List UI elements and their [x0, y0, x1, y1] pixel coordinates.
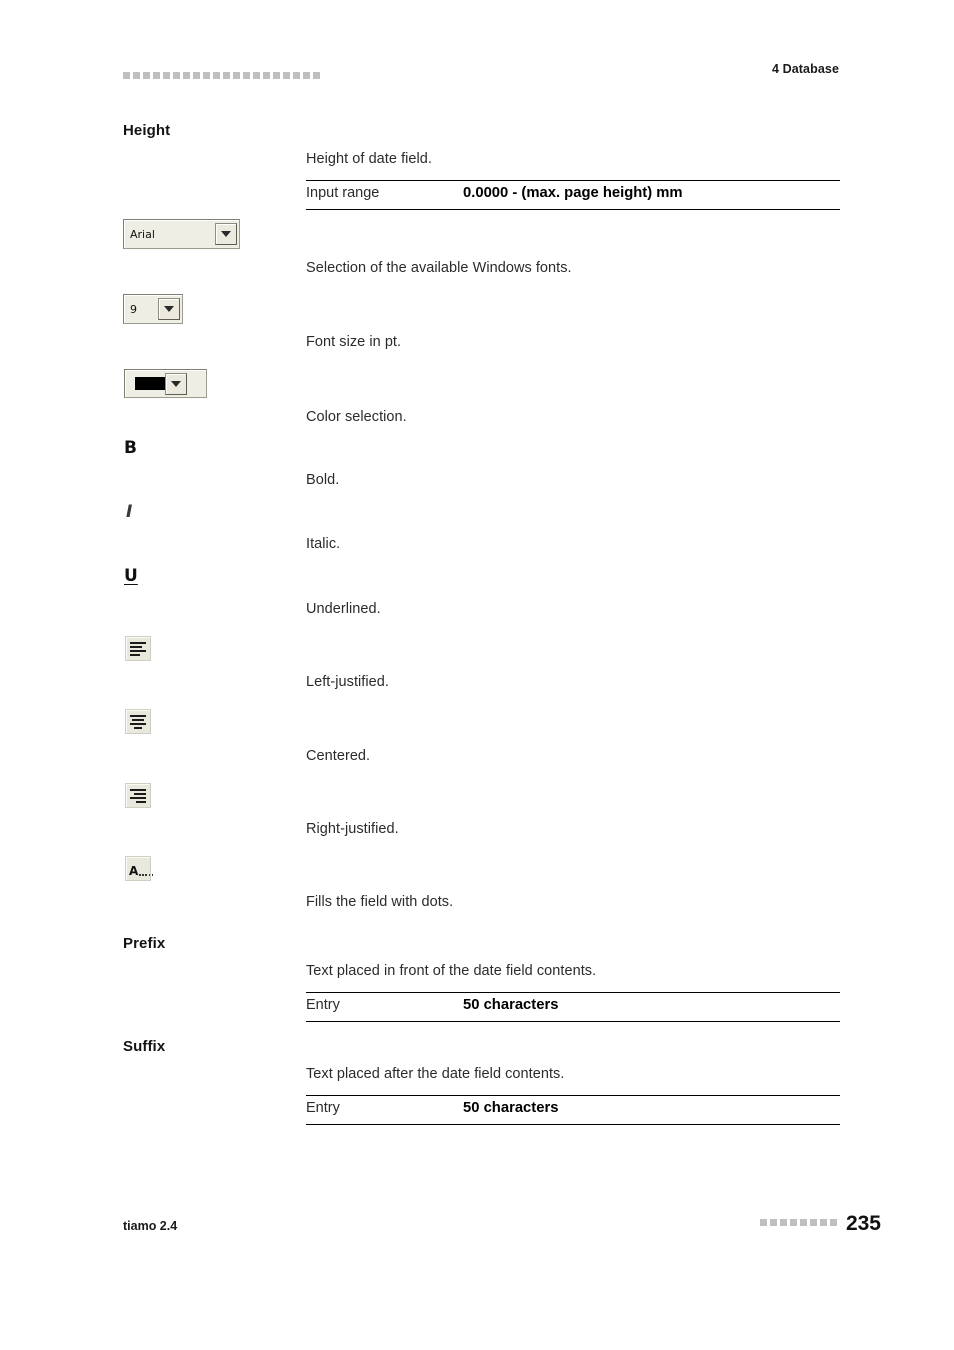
page-number: 235	[845, 1212, 881, 1235]
term-suffix: Suffix	[123, 1038, 166, 1055]
decor-square	[283, 72, 290, 79]
description-prefix: Text placed in front of the date field c…	[306, 963, 597, 979]
dot-leader-icon	[139, 874, 154, 877]
font-size-dropdown[interactable]: 9	[123, 294, 183, 324]
align-line	[130, 649, 146, 652]
align-line	[130, 653, 140, 656]
decor-square	[799, 1219, 807, 1226]
header-decor-squares	[123, 72, 320, 79]
product-version: tiamo 2.4	[123, 1219, 178, 1233]
align-left-icon[interactable]	[125, 636, 151, 661]
align-right-icon[interactable]	[125, 783, 151, 808]
align-line	[130, 645, 142, 648]
decor-square	[193, 72, 200, 79]
spec-label-prefix-entry: Entry	[306, 997, 340, 1013]
decor-square	[809, 1219, 817, 1226]
decor-square	[203, 72, 210, 79]
spec-value-suffix-entry: 50 characters	[463, 1100, 559, 1116]
spec-label-input-range: Input range	[306, 185, 380, 201]
align-line	[130, 722, 146, 725]
decor-square	[143, 72, 150, 79]
decor-square	[233, 72, 240, 79]
align-center-icon[interactable]	[125, 709, 151, 734]
footer-page-group: 235	[759, 1212, 881, 1235]
decor-square	[313, 72, 320, 79]
decor-square	[789, 1219, 797, 1226]
align-line	[132, 718, 144, 721]
align-line	[135, 800, 146, 803]
letter-a-glyph: A	[129, 864, 139, 878]
spec-row-input-range: Input range 0.0000 - (max. page height) …	[306, 180, 840, 210]
term-prefix: Prefix	[123, 935, 166, 952]
description-align-left: Left-justified.	[306, 674, 389, 690]
spec-value-prefix-entry: 50 characters	[463, 997, 559, 1013]
description-height: Height of date field.	[306, 151, 432, 167]
chevron-down-icon[interactable]	[215, 223, 237, 245]
description-align-center: Centered.	[306, 748, 371, 764]
align-line	[133, 726, 143, 729]
color-swatch-icon	[135, 377, 165, 390]
description-align-right: Right-justified.	[306, 821, 399, 837]
spec-row-suffix-entry: Entry 50 characters	[306, 1095, 840, 1125]
decor-square	[173, 72, 180, 79]
decor-square	[779, 1219, 787, 1226]
decor-square	[153, 72, 160, 79]
term-height: Height	[123, 122, 171, 139]
align-line	[130, 788, 146, 791]
description-bold: Bold.	[306, 472, 340, 488]
align-line	[134, 792, 146, 795]
font-family-value: Arial	[130, 228, 155, 240]
fill-with-dots-icon[interactable]: A	[125, 856, 154, 881]
page-header: 4 Database	[123, 62, 839, 90]
bold-icon[interactable]: B	[124, 440, 137, 457]
italic-icon[interactable]: I	[126, 504, 132, 521]
description-italic: Italic.	[306, 536, 341, 552]
decor-square	[253, 72, 260, 79]
decor-square	[163, 72, 170, 79]
page-footer: tiamo 2.4 235	[123, 1213, 881, 1239]
decor-square	[213, 72, 220, 79]
description-fill-dots: Fills the field with dots.	[306, 894, 454, 910]
decor-square	[243, 72, 250, 79]
decor-square	[273, 72, 280, 79]
chapter-title: 4 Database	[771, 62, 839, 76]
spec-value-input-range: 0.0000 - (max. page height) mm	[463, 185, 683, 201]
decor-square	[303, 72, 310, 79]
description-font-family: Selection of the available Windows fonts…	[306, 260, 572, 276]
decor-square	[293, 72, 300, 79]
description-suffix: Text placed after the date field content…	[306, 1066, 565, 1082]
underline-icon[interactable]: U	[124, 568, 138, 585]
description-font-color: Color selection.	[306, 409, 407, 425]
footer-decor-squares	[759, 1219, 837, 1228]
align-line	[130, 714, 146, 717]
spec-row-prefix-entry: Entry 50 characters	[306, 992, 840, 1022]
decor-square	[133, 72, 140, 79]
chevron-down-icon[interactable]	[158, 298, 180, 320]
decor-square	[123, 72, 130, 79]
description-underline: Underlined.	[306, 601, 381, 617]
align-line	[130, 796, 146, 799]
decor-square	[263, 72, 270, 79]
decor-square	[223, 72, 230, 79]
decor-square	[769, 1219, 777, 1226]
font-family-dropdown[interactable]: Arial	[123, 219, 240, 249]
document-page: 4 Database Height Height of date field. …	[0, 0, 954, 1350]
spec-label-suffix-entry: Entry	[306, 1100, 340, 1116]
decor-square	[819, 1219, 827, 1226]
align-line	[130, 641, 146, 644]
chevron-down-icon[interactable]	[165, 372, 187, 395]
decor-square	[759, 1219, 767, 1226]
decor-square	[829, 1219, 837, 1226]
description-font-size: Font size in pt.	[306, 334, 402, 350]
font-color-dropdown[interactable]	[124, 369, 207, 398]
font-size-value: 9	[130, 303, 137, 315]
decor-square	[183, 72, 190, 79]
